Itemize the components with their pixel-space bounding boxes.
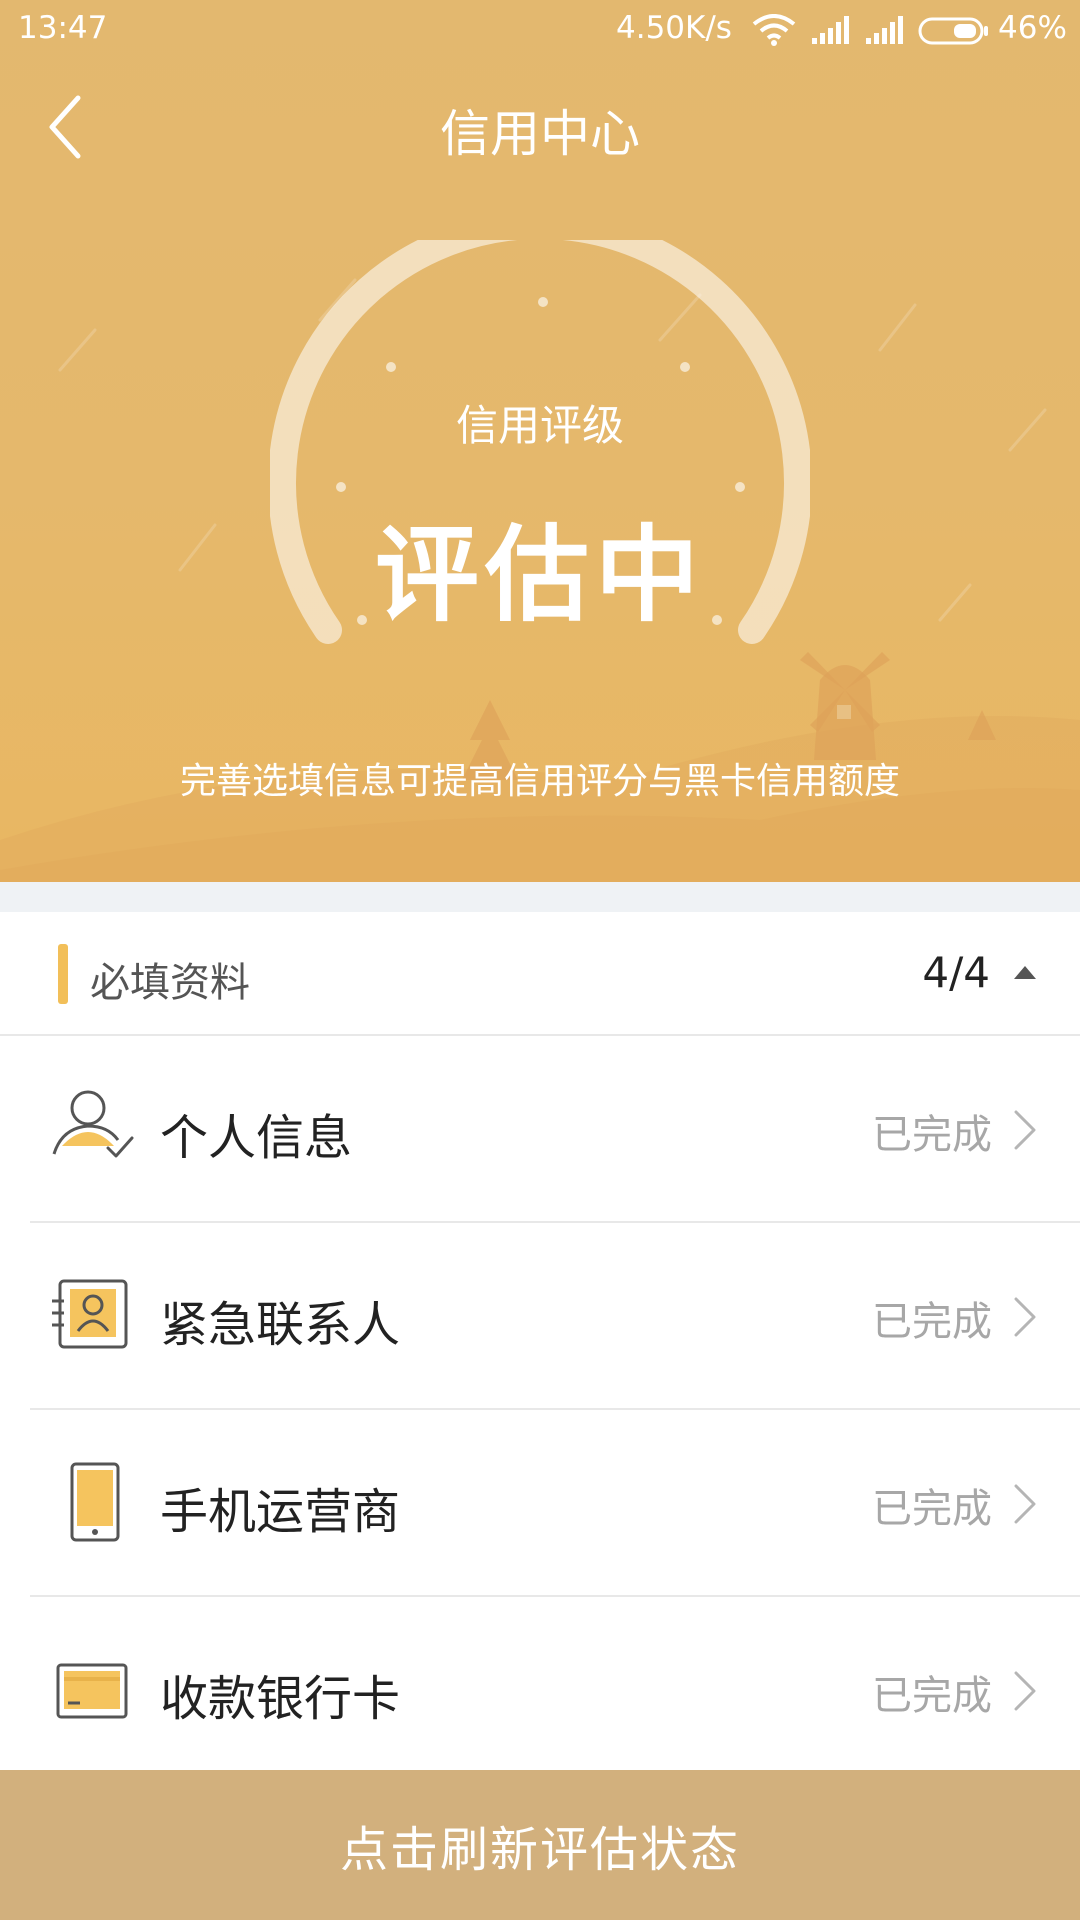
section-accent-bar — [58, 944, 68, 1004]
list-item-label: 个人信息 — [160, 1110, 353, 1166]
section-progress: 4/4 — [922, 948, 990, 997]
credit-rating-value: 评估中 — [374, 514, 705, 636]
caret-up-icon[interactable] — [1014, 966, 1036, 979]
bank-card-icon — [56, 1663, 128, 1719]
list-item-bank-card[interactable]: 收款银行卡 已完成 — [0, 1597, 1080, 1784]
battery-percent: 46% — [998, 10, 1067, 46]
section-title: 必填资料 — [90, 960, 250, 1006]
status-bar: 13:47 4.50K/s 46% — [0, 0, 1080, 62]
network-speed: 4.50K/s — [616, 10, 732, 46]
signal-icon — [812, 16, 849, 44]
list-item-label: 手机运营商 — [160, 1484, 401, 1540]
section-divider — [0, 882, 1080, 912]
wifi-icon — [752, 14, 796, 46]
credit-rating-label: 信用评级 — [455, 401, 624, 450]
person-check-icon — [52, 1090, 134, 1158]
windmill-window — [837, 705, 851, 719]
mobile-phone-icon — [70, 1462, 120, 1542]
list-item-label: 紧急联系人 — [160, 1297, 401, 1353]
refresh-status-label: 点击刷新评估状态 — [339, 1822, 740, 1878]
chevron-right-icon — [1014, 1297, 1036, 1337]
list-item-status: 已完成 — [872, 1299, 992, 1345]
list-item-mobile-carrier[interactable]: 手机运营商 已完成 — [0, 1410, 1080, 1597]
chevron-right-icon — [1014, 1671, 1036, 1711]
list-item-status: 已完成 — [872, 1486, 992, 1532]
battery-icon — [918, 17, 988, 45]
credit-hint: 完善选填信息可提高信用评分与黑卡信用额度 — [179, 761, 900, 802]
required-info-header[interactable]: 必填资料 4/4 — [0, 912, 1080, 1036]
list-item-personal-info[interactable]: 个人信息 已完成 — [0, 1036, 1080, 1223]
list-item-status: 已完成 — [872, 1673, 992, 1719]
page-title: 信用中心 — [440, 105, 640, 163]
signal-icon — [866, 16, 903, 44]
nav-bar: 信用中心 — [0, 62, 1080, 192]
chevron-right-icon — [1014, 1110, 1036, 1150]
list-item-status: 已完成 — [872, 1112, 992, 1158]
status-time: 13:47 — [18, 10, 108, 46]
required-info-list: 个人信息 已完成 紧急联系人 已完成 手机运营商 已完成 收款银行卡 已完成 — [0, 1036, 1080, 1784]
credit-hero: 13:47 4.50K/s 46% 信用中心 信用评级 评估中 完善选填信息可提… — [0, 0, 1080, 882]
refresh-status-button[interactable]: 点击刷新评估状态 — [0, 1770, 1080, 1920]
chevron-right-icon — [1014, 1484, 1036, 1524]
list-item-emergency-contact[interactable]: 紧急联系人 已完成 — [0, 1223, 1080, 1410]
contact-card-icon — [52, 1279, 128, 1349]
list-item-label: 收款银行卡 — [160, 1671, 401, 1727]
